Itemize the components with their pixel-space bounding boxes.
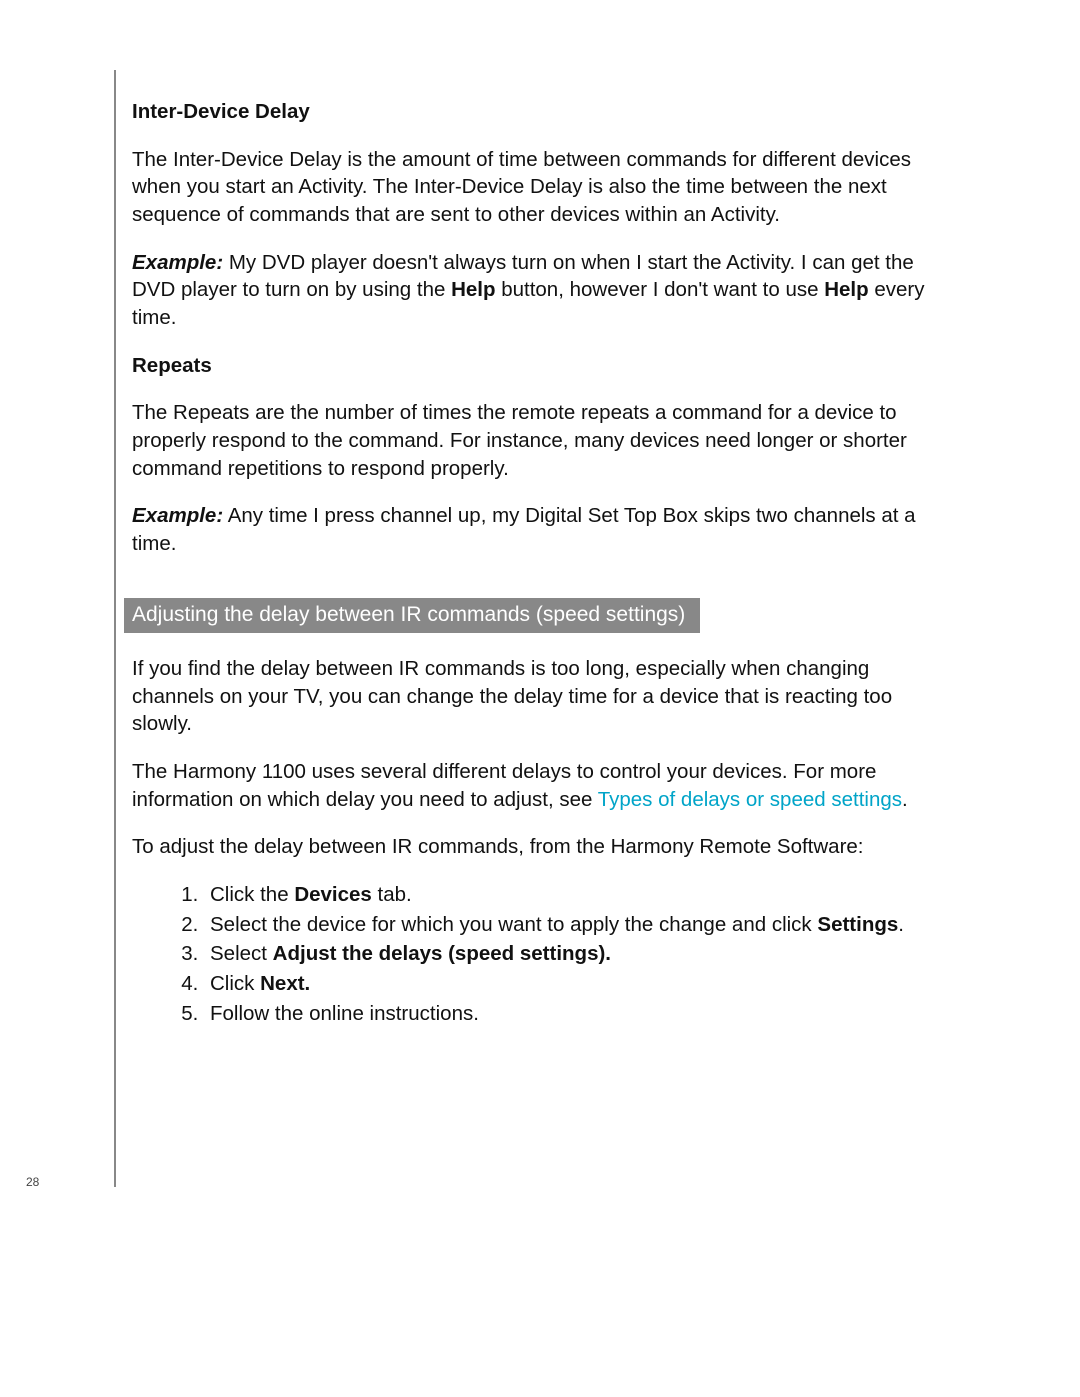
bold-devices: Devices (294, 883, 372, 906)
bold-next: Next. (260, 972, 310, 995)
heading-repeats: Repeats (132, 352, 942, 380)
document-page: Inter-Device Delay The Inter-Device Dela… (0, 0, 1080, 1397)
step-5: Follow the online instructions. (204, 1000, 942, 1028)
page-content: Inter-Device Delay The Inter-Device Dela… (132, 98, 942, 1047)
bold-help-2: Help (824, 278, 868, 301)
example-inter-device-delay: Example: My DVD player doesn't always tu… (132, 249, 942, 332)
paragraph-adjusting-2: The Harmony 1100 uses several different … (132, 758, 942, 813)
paragraph-inter-device-delay: The Inter-Device Delay is the amount of … (132, 146, 942, 229)
paragraph-adjusting-1: If you find the delay between IR command… (132, 655, 942, 738)
bold-adjust-delays: Adjust the delays (speed settings). (273, 942, 611, 965)
vertical-rule (114, 70, 116, 1187)
paragraph-repeats: The Repeats are the number of times the … (132, 399, 942, 482)
step-2: Select the device for which you want to … (204, 911, 942, 939)
section-bar-adjusting: Adjusting the delay between IR commands … (124, 598, 700, 633)
step-1: Click the Devices tab. (204, 881, 942, 909)
text: Click the (210, 883, 294, 906)
page-number: 28 (26, 1175, 39, 1189)
text: Select the device for which you want to … (210, 913, 817, 936)
step-3: Select Adjust the delays (speed settings… (204, 940, 942, 968)
step-4: Click Next. (204, 970, 942, 998)
text: Click (210, 972, 260, 995)
text: . (902, 788, 908, 811)
text: Select (210, 942, 273, 965)
bold-settings: Settings (817, 913, 898, 936)
example-repeats: Example: Any time I press channel up, my… (132, 502, 942, 557)
link-types-of-delays[interactable]: Types of delays or speed settings (598, 788, 902, 811)
text: Any time I press channel up, my Digital … (132, 504, 916, 555)
text: . (898, 913, 904, 936)
heading-inter-device-delay: Inter-Device Delay (132, 98, 942, 126)
text: button, however I don't want to use (496, 278, 825, 301)
paragraph-adjusting-3: To adjust the delay between IR commands,… (132, 833, 942, 861)
example-label: Example: (132, 251, 223, 274)
text: tab. (372, 883, 412, 906)
bold-help-1: Help (451, 278, 495, 301)
steps-list: Click the Devices tab. Select the device… (132, 881, 942, 1027)
example-label: Example: (132, 504, 223, 527)
